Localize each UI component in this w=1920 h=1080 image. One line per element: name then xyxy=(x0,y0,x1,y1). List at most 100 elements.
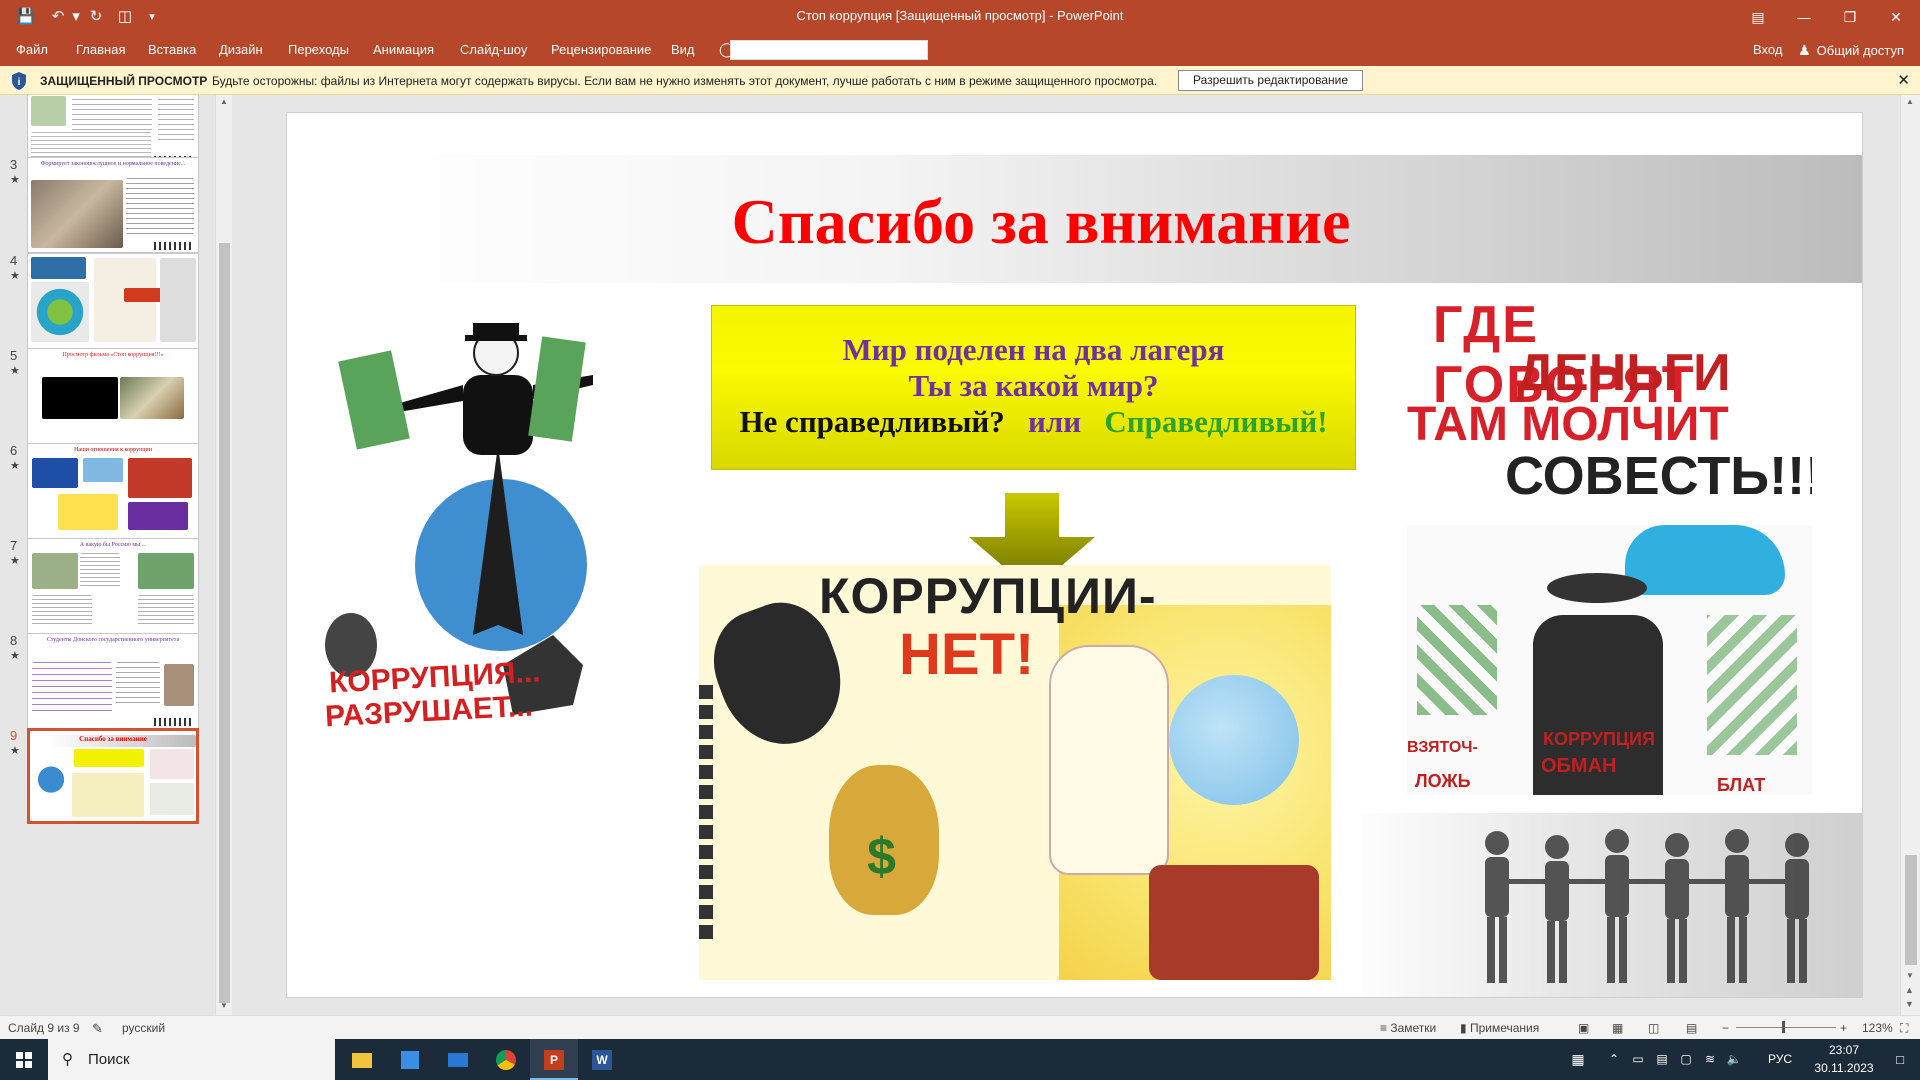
slide-title[interactable]: Спасибо за внимание xyxy=(361,185,1721,259)
thumb-title: Спасибо за внимание xyxy=(79,735,147,743)
slide-scrollbar[interactable]: ▲ ▼ ▲ ▼ xyxy=(1900,95,1920,1015)
task-view-icon[interactable]: ▦ xyxy=(1560,1039,1596,1080)
tab-slideshow[interactable]: Слайд-шоу xyxy=(460,42,527,57)
monitor-icon[interactable]: ▢ xyxy=(1674,1039,1698,1080)
quote-line-3: Не справедливый? или Справедливый! xyxy=(712,404,1355,440)
zoom-slider-handle[interactable] xyxy=(1782,1021,1785,1033)
previous-slide-icon[interactable]: ▲ xyxy=(1905,985,1914,995)
center-drawing-caption-1: КОРРУПЦИИ- xyxy=(819,568,1157,624)
word-icon[interactable]: W xyxy=(578,1039,626,1080)
right-top-caption-4: СОВЕСТЬ!!! xyxy=(1505,446,1812,506)
tab-home[interactable]: Главная xyxy=(76,42,125,57)
next-slide-icon[interactable]: ▼ xyxy=(1905,999,1914,1009)
slide-thumbnail-8[interactable]: Студенты Донского государственного униве… xyxy=(27,633,199,729)
tell-me-input[interactable] xyxy=(730,40,928,60)
input-language[interactable]: РУС xyxy=(1768,1052,1792,1066)
slide-counter: Слайд 9 из 9 xyxy=(8,1021,80,1035)
zoom-level[interactable]: 123% xyxy=(1862,1021,1893,1035)
tab-view[interactable]: Вид xyxy=(671,42,695,57)
animation-star-icon: ★ xyxy=(10,460,20,472)
thumb-number: 9 xyxy=(10,728,18,743)
mail-icon[interactable] xyxy=(434,1039,482,1080)
language-indicator[interactable]: русский xyxy=(122,1021,165,1035)
taskbar-search[interactable]: ⚲ Поиск xyxy=(48,1039,335,1080)
tab-insert[interactable]: Вставка xyxy=(148,42,196,57)
quote-box[interactable]: Мир поделен на два лагеря Ты за какой ми… xyxy=(711,305,1356,470)
thumb-title: Студенты Донского государственного униве… xyxy=(46,637,180,643)
enable-editing-button[interactable]: Разрешить редактирование xyxy=(1178,70,1363,91)
close-window-button[interactable]: ✕ xyxy=(1873,0,1919,34)
slide-thumbnail-4[interactable] xyxy=(27,253,199,349)
ribbon-display-options-icon[interactable]: ▤ xyxy=(1735,0,1781,34)
tab-transitions[interactable]: Переходы xyxy=(288,42,349,57)
right-top-caption-2: ДЕНЬГИ xyxy=(1517,344,1731,402)
thumb-number: 4 xyxy=(10,253,18,268)
animation-star-icon: ★ xyxy=(10,745,20,757)
powerpoint-icon[interactable]: P xyxy=(530,1039,578,1080)
thumb-title: Формирует законопослушное и нормальное п… xyxy=(40,161,186,167)
slide-thumbnail-7[interactable]: А какую бы Россию мы ... xyxy=(27,538,199,634)
volume-icon[interactable]: 🔈 xyxy=(1722,1039,1746,1080)
quote-line-1: Мир поделен на два лагеря xyxy=(842,332,1225,367)
normal-view-icon[interactable]: ▣ xyxy=(1578,1021,1589,1035)
file-explorer-icon[interactable] xyxy=(338,1039,386,1080)
clock-date[interactable]: 30.11.2023 xyxy=(1808,1061,1880,1075)
slide-thumbnail-6[interactable]: Наши отношения к коррупции xyxy=(27,443,199,539)
show-hidden-icons-icon[interactable]: ⌃ xyxy=(1602,1039,1626,1080)
restore-button[interactable]: ❐ xyxy=(1827,0,1873,34)
silhouettes-photo xyxy=(1347,813,1862,997)
notes-label: Заметки xyxy=(1390,1021,1437,1035)
thumbnails-scrollbar[interactable]: ▲ ▼ xyxy=(215,95,232,1015)
scroll-down-icon[interactable]: ▼ xyxy=(1906,971,1914,980)
quote-or: или xyxy=(1028,404,1082,439)
notifications-icon[interactable]: □ xyxy=(1880,1039,1920,1080)
share-button[interactable]: ♟ Общий доступ xyxy=(1798,38,1904,62)
zoom-in-icon[interactable]: + xyxy=(1840,1021,1847,1035)
device-icon[interactable]: ▭ xyxy=(1626,1039,1650,1080)
reading-view-icon[interactable]: ◫ xyxy=(1648,1021,1659,1035)
scroll-thumb[interactable] xyxy=(1905,855,1917,965)
protected-view-message: Будьте осторожны: файлы из Интернета мог… xyxy=(212,74,1158,88)
scroll-thumb[interactable] xyxy=(219,243,230,1003)
tab-animations[interactable]: Анимация xyxy=(373,42,434,57)
network-usage-icon[interactable]: ▤ xyxy=(1650,1039,1674,1080)
zoom-out-icon[interactable]: − xyxy=(1722,1021,1729,1035)
zoom-slider[interactable] xyxy=(1736,1027,1836,1028)
dollar-sign-icon: $ xyxy=(867,828,896,886)
fit-to-window-icon[interactable]: ⛶ xyxy=(1900,1021,1908,1036)
scroll-up-icon[interactable]: ▲ xyxy=(220,97,228,106)
slide-canvas[interactable]: Спасибо за внимание КОРРУПЦИЯ... РАЗРУША… xyxy=(286,112,1863,998)
slideshow-view-icon[interactable]: ▤ xyxy=(1686,1021,1697,1035)
protected-view-label: ЗАЩИЩЕННЫЙ ПРОСМОТР xyxy=(40,74,208,88)
scroll-down-icon[interactable]: ▼ xyxy=(220,1001,228,1010)
clock-time[interactable]: 23:07 xyxy=(1814,1043,1874,1057)
slide-thumbnail-3[interactable]: Формирует законопослушное и нормальное п… xyxy=(27,157,199,253)
right-bottom-caption-3: ОБМАН xyxy=(1541,755,1617,777)
tab-design[interactable]: Дизайн xyxy=(219,42,263,57)
slide-thumbnail-5[interactable]: Просмотр фильма «Стоп коррупция!!!» xyxy=(27,348,199,444)
spellcheck-icon[interactable]: ✎ xyxy=(92,1021,103,1037)
slide-sorter-icon[interactable]: ▦ xyxy=(1612,1021,1623,1035)
store-icon[interactable] xyxy=(386,1039,434,1080)
window-title: Стоп коррупция [Защищенный просмотр] - P… xyxy=(796,8,1124,23)
protected-view-bar: i ЗАЩИЩЕННЫЙ ПРОСМОТР Будьте осторожны: … xyxy=(0,66,1920,95)
tab-review[interactable]: Рецензирование xyxy=(551,42,651,57)
title-bar: 💾 ↶ ▾ ↻ ◫ ▾ Стоп коррупция [Защищенный п… xyxy=(0,0,1920,34)
tab-file[interactable]: Файл xyxy=(16,42,48,57)
drawing-corruption-destroys: КОРРУПЦИЯ... РАЗРУШАЕТ... xyxy=(323,305,593,735)
signin-link[interactable]: Вход xyxy=(1753,42,1782,57)
notes-button[interactable]: ≡ Заметки xyxy=(1380,1021,1436,1035)
chrome-icon[interactable] xyxy=(482,1039,530,1080)
windows-start-icon[interactable] xyxy=(0,1039,48,1080)
right-bottom-caption-4: ЛОЖЬ xyxy=(1415,771,1471,791)
thumb-title: Просмотр фильма «Стоп коррупция!!!» xyxy=(62,352,164,358)
wifi-icon[interactable]: ≋ xyxy=(1698,1039,1722,1080)
comments-button[interactable]: ▮ Примечания xyxy=(1460,1021,1539,1035)
slide-thumbnail-9[interactable]: Спасибо за внимание xyxy=(27,728,199,824)
slide-thumbnails-panel[interactable]: 3 ★ Формирует законопослушное и нормальн… xyxy=(0,95,236,1015)
thumb-number: 7 xyxy=(10,538,18,553)
close-icon[interactable]: ✕ xyxy=(1897,71,1910,89)
right-bottom-caption-1: КОРРУПЦИЯ xyxy=(1543,729,1655,749)
windows-logo-icon xyxy=(16,1052,32,1069)
minimize-button[interactable]: — xyxy=(1781,0,1827,34)
